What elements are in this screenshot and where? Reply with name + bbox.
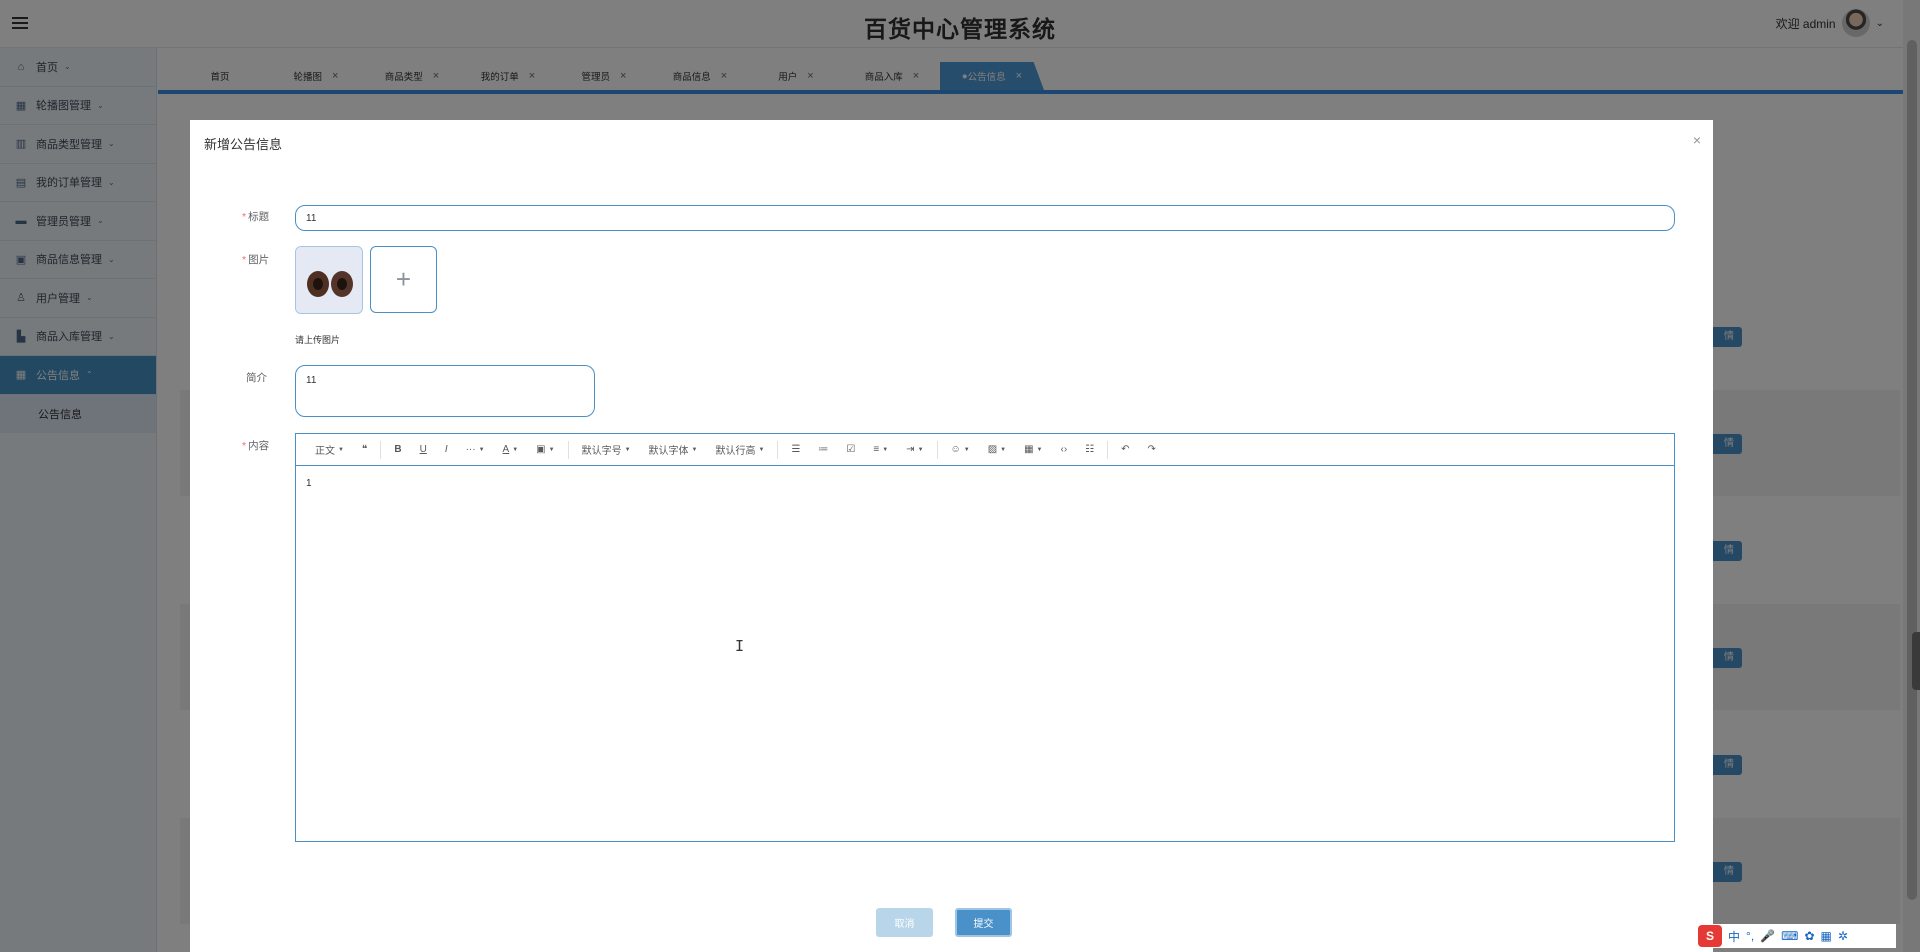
image-icon[interactable]: ▨ ▼	[979, 440, 1015, 460]
more-style-icon[interactable]: ··· ▼	[457, 440, 494, 460]
numbered-list-icon[interactable]: ≔	[809, 440, 837, 460]
title-input[interactable]: 11	[295, 205, 1675, 231]
font-family-select-label: 默认字体	[648, 446, 689, 457]
font-size-select[interactable]: 默认字号 ▼	[573, 440, 640, 460]
chevron-down-icon: ▼	[478, 446, 485, 453]
image-label-text: 图片	[248, 254, 270, 266]
required-mark: *	[242, 211, 247, 223]
chevron-down-icon: ▼	[548, 446, 555, 453]
paragraph-select[interactable]: 正文 ▼	[306, 440, 353, 460]
toolbar-divider	[936, 440, 938, 459]
cancel-button[interactable]: 取消	[876, 908, 933, 937]
uploaded-image-thumbnail[interactable]	[295, 246, 363, 314]
plus-icon: +	[395, 264, 412, 294]
text-cursor-icon: I	[735, 637, 745, 655]
toolbar-divider	[380, 440, 382, 459]
align-icon[interactable]: ≡ ▼	[864, 440, 897, 460]
font-color-icon[interactable]: A ▼	[494, 440, 528, 460]
italic-icon[interactable]: I	[436, 440, 457, 460]
required-mark: *	[242, 254, 247, 266]
side-panel-handle[interactable]	[1912, 632, 1920, 690]
toolbar-divider	[567, 440, 569, 459]
toolbar-divider	[1107, 440, 1109, 459]
bullet-list-icon[interactable]: ☰	[782, 440, 809, 460]
dialog-title: 新增公告信息	[204, 137, 283, 152]
todo-list-icon[interactable]: ☑	[837, 440, 864, 460]
editor-toolbar: 正文 ▼ ❝ B U I ··· ▼ A ▼ ▣ ▼ 默认字号 ▼ 默认字体 ▼ 默认行高 ▼…	[296, 434, 1674, 466]
background-color-icon[interactable]: ▣ ▼	[527, 440, 563, 460]
line-height-select[interactable]: 默认行高 ▼	[706, 440, 773, 460]
settings-icon[interactable]: ✲	[1838, 929, 1848, 943]
undo-icon[interactable]: ↶	[1112, 440, 1138, 460]
content-label: * 内容	[242, 438, 269, 453]
line-height-select-label: 默认行高	[715, 446, 756, 457]
close-icon[interactable]: ×	[1693, 132, 1701, 148]
chevron-down-icon: ▼	[1000, 446, 1007, 453]
editor-content[interactable]: 1	[296, 466, 1674, 501]
keyboard-icon[interactable]: ⌨	[1781, 929, 1798, 943]
product-image	[296, 247, 362, 313]
ime-toolbar[interactable]: S 中 °, 🎤 ⌨ ✿ ▦ ✲	[1694, 924, 1896, 948]
indent-icon[interactable]: ⇥ ▼	[897, 440, 932, 460]
microphone-icon[interactable]: 🎤	[1760, 929, 1775, 943]
toolbox-icon[interactable]: ▦	[1821, 929, 1832, 943]
code-icon[interactable]: ‹›	[1052, 440, 1077, 460]
content-label-text: 内容	[248, 440, 270, 452]
title-label: * 标题	[242, 209, 269, 224]
font-size-select-label: 默认字号	[581, 446, 622, 457]
skin-icon[interactable]: ✿	[1804, 929, 1814, 943]
divider-icon[interactable]: ☷	[1076, 440, 1103, 460]
required-mark: *	[242, 440, 247, 452]
chevron-down-icon: ▼	[512, 446, 519, 453]
ime-language[interactable]: 中	[1728, 928, 1740, 945]
intro-label: 简介	[246, 372, 267, 384]
font-family-select[interactable]: 默认字体 ▼	[640, 440, 707, 460]
chevron-down-icon: ▼	[691, 446, 698, 453]
intro-textarea[interactable]: 11	[295, 365, 595, 417]
toolbar-divider	[777, 440, 779, 459]
bold-icon[interactable]: B	[385, 440, 410, 460]
paragraph-select-label: 正文	[315, 446, 335, 457]
chevron-down-icon: ▼	[917, 446, 924, 453]
punctuation-icon[interactable]: °,	[1746, 929, 1754, 943]
emoji-icon[interactable]: ☺ ▼	[942, 440, 979, 460]
rich-text-editor: 正文 ▼ ❝ B U I ··· ▼ A ▼ ▣ ▼ 默认字号 ▼ 默认字体 ▼ 默认行高 ▼…	[295, 433, 1675, 842]
title-label-text: 标题	[248, 211, 270, 223]
submit-button[interactable]: 提交	[955, 908, 1012, 937]
image-label: * 图片	[242, 252, 269, 267]
upload-tip: 请上传图片	[295, 335, 341, 345]
sogou-logo-icon: S	[1698, 925, 1722, 947]
letter-a-icon: A	[502, 444, 510, 455]
redo-icon[interactable]: ↷	[1139, 440, 1165, 460]
underline-icon[interactable]: U	[411, 440, 436, 460]
table-icon[interactable]: ▦ ▼	[1015, 440, 1051, 460]
chevron-down-icon: ▼	[758, 446, 765, 453]
add-notice-dialog: 新增公告信息 × * 标题 11 * 图片 + 请上传图片 简介 11 * 内容 正文…	[190, 120, 1713, 952]
chevron-down-icon: ▼	[338, 446, 344, 453]
chevron-down-icon: ▼	[624, 446, 631, 453]
chevron-down-icon: ▼	[882, 446, 889, 453]
add-image-button[interactable]: +	[370, 246, 437, 313]
chevron-down-icon: ▼	[1036, 446, 1043, 453]
quote-icon[interactable]: ❝	[353, 440, 376, 460]
chevron-down-icon: ▼	[963, 446, 970, 453]
